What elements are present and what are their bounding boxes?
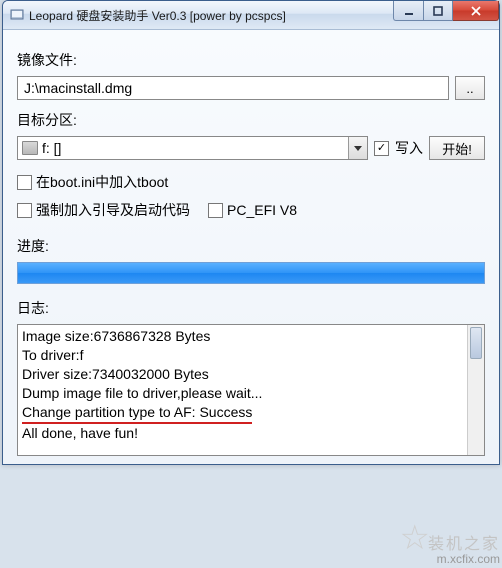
titlebar[interactable]: Leopard 硬盘安装助手 Ver0.3 [power by pcspcs] <box>3 1 499 30</box>
write-checkbox-label: 写入 <box>395 138 423 158</box>
log-line: Image size:6736867328 Bytes <box>22 327 480 346</box>
watermark-url: m.xcfix.com <box>400 552 501 566</box>
target-partition-value: f: [] <box>42 140 348 156</box>
window-controls <box>393 1 499 21</box>
options-group: 在boot.ini中加入tboot 强制加入引导及启动代码 PC_EFI V8 <box>17 170 485 222</box>
tboot-label: 在boot.ini中加入tboot <box>36 172 168 192</box>
log-line: Dump image file to driver,please wait... <box>22 384 480 403</box>
star-icon: ☆装机之家 <box>400 525 501 552</box>
chevron-down-icon[interactable] <box>348 137 367 159</box>
log-label: 日志: <box>17 298 485 318</box>
start-button[interactable]: 开始! <box>429 136 485 160</box>
progress-fill <box>18 263 484 283</box>
watermark: ☆装机之家 m.xcfix.com <box>400 525 501 566</box>
app-window: Leopard 硬盘安装助手 Ver0.3 [power by pcspcs] … <box>2 0 500 465</box>
drive-icon <box>22 141 38 155</box>
pcefi-label: PC_EFI V8 <box>227 202 297 218</box>
scrollbar-thumb[interactable] <box>470 327 482 359</box>
app-icon <box>9 7 25 23</box>
force-label: 强制加入引导及启动代码 <box>36 200 190 220</box>
log-scrollbar[interactable] <box>467 325 484 455</box>
image-file-label: 镜像文件: <box>17 50 485 70</box>
write-checkbox[interactable] <box>374 141 389 156</box>
log-line: To driver:f <box>22 346 480 365</box>
log-output[interactable]: Image size:6736867328 Bytes To driver:f … <box>17 324 485 456</box>
client-area: 镜像文件: .. 目标分区: f: [] 写入 开始! 在boot.ini中加入… <box>3 30 499 464</box>
pcefi-checkbox[interactable] <box>208 203 223 218</box>
image-path-input[interactable] <box>17 76 449 100</box>
log-line: Change partition type to AF: Success <box>22 403 480 425</box>
log-line: All done, have fun! <box>22 424 480 443</box>
minimize-button[interactable] <box>393 1 423 21</box>
browse-button[interactable]: .. <box>455 76 485 100</box>
target-partition-label: 目标分区: <box>17 110 485 130</box>
target-partition-combo[interactable]: f: [] <box>17 136 368 160</box>
maximize-button[interactable] <box>423 1 453 21</box>
close-button[interactable] <box>453 1 499 21</box>
log-line: Driver size:7340032000 Bytes <box>22 365 480 384</box>
progress-bar <box>17 262 485 284</box>
tboot-checkbox[interactable] <box>17 175 32 190</box>
force-checkbox[interactable] <box>17 203 32 218</box>
progress-label: 进度: <box>17 236 485 256</box>
